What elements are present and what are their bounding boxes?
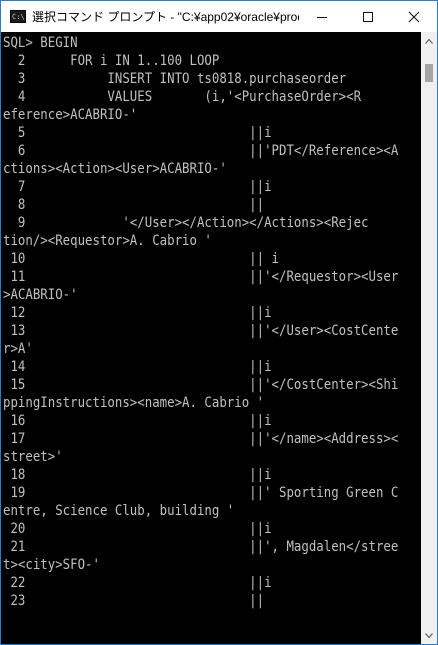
title-bar[interactable]: C:\ 選択コマンド プロンプト - "C:¥app02¥oracle¥prod… bbox=[1, 1, 437, 32]
close-button[interactable] bbox=[391, 1, 437, 32]
console-line: eference>ACABRIO-' bbox=[3, 107, 138, 123]
console-line: SQL> BEGIN bbox=[3, 35, 78, 51]
console-line: 3 INSERT INTO ts0818.purchaseorder bbox=[3, 71, 347, 87]
console-line: entre, Science Club, building ' bbox=[3, 503, 235, 519]
console-line: 7 ||i bbox=[3, 179, 272, 195]
minimize-button[interactable] bbox=[299, 1, 345, 32]
console-line: 2 FOR i IN 1..100 LOOP bbox=[3, 53, 220, 69]
console-line: 12 ||i bbox=[3, 305, 272, 321]
close-icon bbox=[408, 11, 420, 22]
vertical-scrollbar[interactable] bbox=[421, 32, 437, 644]
console-line: t><city>SFO-' bbox=[3, 557, 100, 573]
console-line: 16 ||i bbox=[3, 413, 272, 429]
console-app-icon[interactable]: C:\ bbox=[10, 10, 26, 23]
console-line: 21 ||', Magdalen</stree bbox=[3, 539, 399, 555]
console-line: 14 ||i bbox=[3, 359, 272, 375]
console-line: street>' bbox=[3, 449, 63, 465]
console-line: ctions><Action><User>ACABRIO-' bbox=[3, 161, 227, 177]
console-line: 22 ||i bbox=[3, 575, 272, 591]
console-line: 19 ||' Sporting Green C bbox=[3, 485, 399, 501]
console-line: 6 ||'PDT</Reference><A bbox=[3, 143, 399, 159]
console-line: 23 || bbox=[3, 593, 265, 609]
window-title: 選択コマンド プロンプト - "C:¥app02¥oracle¥product.… bbox=[32, 10, 299, 24]
maximize-icon bbox=[363, 11, 373, 22]
console-line: 9 '</User></Action></Actions><Rejec bbox=[3, 215, 369, 231]
console-line: tion/><Requestor>A. Cabrio ' bbox=[3, 233, 212, 249]
console-output-area[interactable]: SQL> BEGIN 2 FOR i IN 1..100 LOOP 3 INSE… bbox=[1, 32, 421, 644]
console-line: 11 ||'</Requestor><User bbox=[3, 269, 399, 285]
console-line: >ACABRIO-' bbox=[3, 287, 78, 303]
console-line: 13 ||'</User><CostCente bbox=[3, 323, 399, 339]
scroll-up-button[interactable] bbox=[421, 32, 437, 49]
console-line: 5 ||i bbox=[3, 125, 272, 141]
maximize-button[interactable] bbox=[345, 1, 391, 32]
console-line: 10 || i bbox=[3, 251, 280, 267]
scroll-down-button[interactable] bbox=[421, 627, 437, 644]
minimize-icon bbox=[317, 16, 327, 18]
console-line: 4 VALUES (i,'<PurchaseOrder><R bbox=[3, 89, 362, 105]
scrollbar-thumb[interactable] bbox=[425, 64, 433, 82]
console-line: ppingInstructions><name>A. Cabrio ' bbox=[3, 395, 265, 411]
console-line: 20 ||i bbox=[3, 521, 272, 537]
console-text: SQL> BEGIN 2 FOR i IN 1..100 LOOP 3 INSE… bbox=[3, 34, 398, 610]
scroll-down-arrow-icon bbox=[425, 632, 433, 638]
console-line: 8 || bbox=[3, 197, 265, 213]
command-prompt-window: C:\ 選択コマンド プロンプト - "C:¥app02¥oracle¥prod… bbox=[0, 0, 438, 645]
scroll-up-arrow-icon bbox=[425, 38, 433, 44]
console-line: r>A' bbox=[3, 341, 33, 357]
console-line: 18 ||i bbox=[3, 467, 272, 483]
console-line: 17 ||'</name><Address>< bbox=[3, 431, 399, 447]
console-line: 15 ||'</CostCenter><Shi bbox=[3, 377, 399, 393]
